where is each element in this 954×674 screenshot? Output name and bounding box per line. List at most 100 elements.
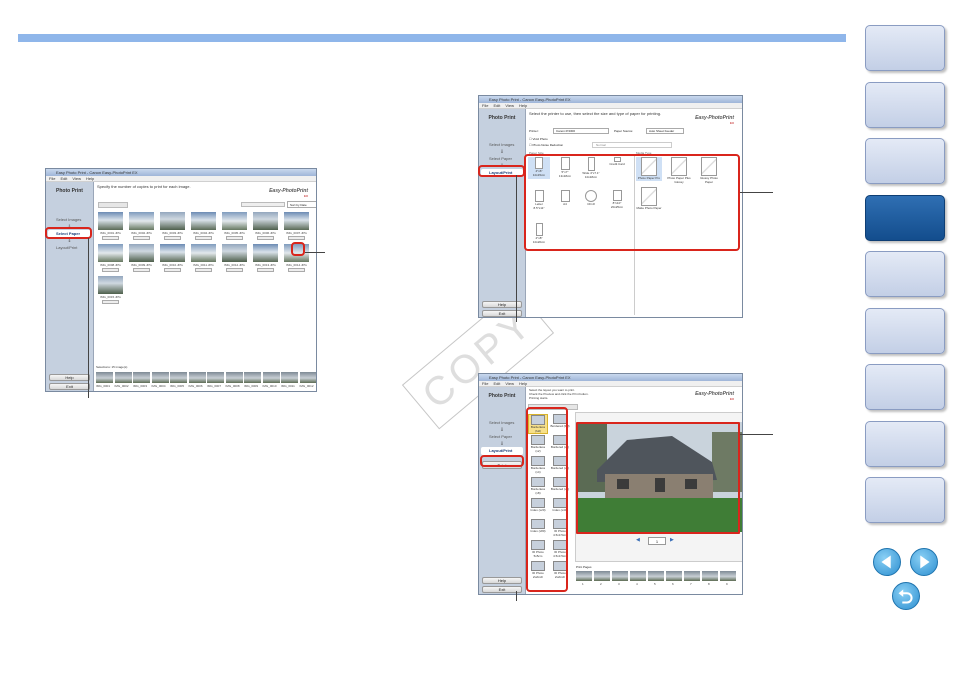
step-select-paper[interactable]: Select Paper — [481, 155, 523, 163]
page-thumbnail[interactable] — [576, 571, 592, 581]
strip-thumbnail[interactable] — [262, 372, 280, 383]
menu-file[interactable]: File — [482, 381, 488, 386]
image-thumbnail[interactable]: IMG_0010.JPG — [159, 244, 186, 274]
page-thumbnail[interactable] — [630, 571, 646, 581]
menu-edit[interactable]: Edit — [60, 176, 67, 181]
copies-stepper[interactable] — [133, 268, 150, 272]
chapter-tab[interactable] — [865, 138, 945, 184]
step-select-images[interactable]: Select Images — [48, 216, 91, 224]
exit-button[interactable]: Exit — [49, 383, 90, 390]
strip-thumbnail[interactable] — [225, 372, 243, 383]
copies-stepper[interactable] — [257, 268, 274, 272]
copies-stepper[interactable] — [257, 236, 274, 240]
strip-thumbnail[interactable] — [114, 372, 132, 383]
image-thumbnail[interactable]: IMG_0003.JPG — [159, 212, 186, 242]
step-layout-print[interactable]: Layout/Print — [481, 447, 523, 455]
noise-level-select[interactable]: Normal — [592, 142, 672, 148]
menu-file[interactable]: File — [482, 103, 488, 108]
help-button[interactable]: Help — [482, 577, 522, 584]
page-thumbnail[interactable] — [684, 571, 700, 581]
help-button[interactable]: Help — [49, 374, 90, 381]
menu-view[interactable]: View — [505, 381, 514, 386]
menu-help[interactable]: Help — [519, 381, 527, 386]
chapter-tab[interactable] — [865, 81, 945, 128]
previous-page-button[interactable] — [873, 548, 901, 576]
copies-stepper[interactable] — [195, 236, 212, 240]
copies-stepper[interactable] — [102, 300, 119, 304]
image-thumbnail[interactable]: IMG_0001.JPG — [97, 212, 124, 242]
chapter-tab[interactable] — [865, 25, 945, 71]
chapter-tab[interactable] — [865, 307, 945, 354]
image-thumbnail[interactable]: IMG_0008.JPG — [97, 244, 124, 274]
chapter-tab[interactable] — [865, 420, 945, 467]
image-thumbnail[interactable]: IMG_0011.JPG — [190, 244, 217, 274]
thumbnail-filename: IMG_0006.JPG — [255, 231, 276, 235]
page-thumbnail[interactable] — [666, 571, 682, 581]
image-thumbnail[interactable]: IMG_0002.JPG — [128, 212, 155, 242]
copies-stepper[interactable] — [195, 268, 212, 272]
menu-edit[interactable]: Edit — [493, 103, 500, 108]
menu-view[interactable]: View — [505, 103, 514, 108]
step-layout-print[interactable]: Layout/Print — [48, 244, 91, 252]
strip-thumbnail[interactable] — [151, 372, 169, 383]
strip-thumbnail[interactable] — [133, 372, 150, 383]
copies-stepper[interactable] — [164, 236, 181, 240]
chapter-tab[interactable] — [865, 477, 945, 523]
copies-stepper[interactable] — [133, 236, 150, 240]
page-thumbnail[interactable] — [648, 571, 664, 581]
image-thumbnail[interactable]: IMG_0013.JPG — [252, 244, 279, 274]
chapter-tab[interactable] — [865, 194, 945, 241]
page-number-field[interactable]: 1 — [648, 537, 666, 545]
strip-thumbnail[interactable] — [170, 372, 187, 383]
zoom-slider[interactable] — [241, 202, 285, 207]
image-thumbnail[interactable]: IMG_0007.JPG — [283, 212, 310, 242]
strip-thumbnail[interactable] — [207, 372, 224, 383]
strip-thumbnail[interactable] — [299, 372, 316, 383]
strip-thumbnail[interactable] — [188, 372, 206, 383]
menu-help[interactable]: Help — [519, 103, 527, 108]
image-thumbnail[interactable]: IMG_0005.JPG — [221, 212, 248, 242]
copies-stepper[interactable] — [288, 268, 305, 272]
next-page-arrow[interactable]: ▶ — [670, 537, 674, 543]
image-thumbnail[interactable]: IMG_0009.JPG — [128, 244, 155, 274]
paper-source-select[interactable]: Auto Sheet Feeder — [646, 128, 684, 134]
step-select-images[interactable]: Select Images — [481, 141, 523, 149]
menu-view[interactable]: View — [72, 176, 81, 181]
image-thumbnail[interactable]: IMG_0012.JPG — [221, 244, 248, 274]
previous-page-arrow[interactable]: ◀ — [636, 537, 640, 543]
chapter-tab[interactable] — [865, 364, 945, 410]
strip-filename: IMG_0005 — [170, 384, 185, 388]
instruction-text: Select the layout you want to print. Che… — [529, 388, 589, 400]
page-thumbnail[interactable] — [702, 571, 718, 581]
page-thumbnail[interactable] — [720, 571, 736, 581]
menu-help[interactable]: Help — [86, 176, 94, 181]
copies-stepper[interactable] — [288, 236, 305, 240]
copies-stepper[interactable] — [226, 268, 243, 272]
thumbnail-filename: IMG_0010.JPG — [162, 263, 183, 267]
noise-reduction-checkbox[interactable]: ☐ Photo Noise Reduction — [529, 143, 563, 147]
image-thumbnail[interactable]: IMG_0006.JPG — [252, 212, 279, 242]
step-select-images[interactable]: Select Images — [481, 419, 523, 427]
step-select-paper[interactable]: Select Paper — [481, 433, 523, 441]
return-button[interactable] — [892, 582, 920, 610]
printer-select[interactable]: Canon iP4300 — [553, 128, 609, 134]
header-rule — [18, 34, 846, 42]
page-thumbnail[interactable] — [612, 571, 628, 581]
vivid-photo-checkbox[interactable]: ☐ Vivid Photo — [529, 137, 548, 141]
image-thumbnail[interactable]: IMG_0015.JPG — [97, 276, 124, 306]
image-thumbnail[interactable]: IMG_0004.JPG — [190, 212, 217, 242]
copies-stepper[interactable] — [102, 268, 119, 272]
menu-file[interactable]: File — [49, 176, 55, 181]
chapter-tab[interactable] — [865, 251, 945, 297]
copies-stepper[interactable] — [164, 268, 181, 272]
next-page-button[interactable] — [910, 548, 938, 576]
copies-stepper[interactable] — [102, 236, 119, 240]
strip-thumbnail[interactable] — [244, 372, 261, 383]
menu-edit[interactable]: Edit — [493, 381, 500, 386]
view-toolbar[interactable] — [98, 202, 128, 208]
strip-thumbnail[interactable] — [96, 372, 113, 383]
page-thumbnail[interactable] — [594, 571, 610, 581]
sort-select[interactable]: Sort by Date — [287, 201, 316, 208]
copies-stepper[interactable] — [226, 236, 243, 240]
strip-thumbnail[interactable] — [281, 372, 298, 383]
